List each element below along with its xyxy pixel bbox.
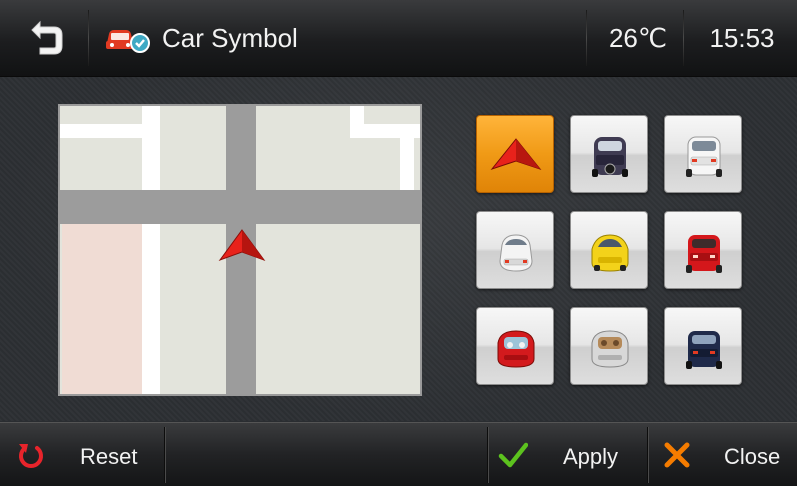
back-button[interactable] <box>10 10 82 66</box>
clock: 15:53 <box>709 23 775 53</box>
top-bar: Car Symbol 26℃ 15:53 <box>0 0 797 77</box>
reset-button[interactable]: Reset <box>0 423 164 486</box>
main-panel <box>0 77 797 421</box>
symbol-navy-sedan[interactable] <box>664 307 742 385</box>
divider <box>683 10 684 66</box>
close-x-icon <box>664 442 690 468</box>
car-check-icon <box>106 30 150 53</box>
street <box>60 124 144 138</box>
position-arrow-icon <box>218 229 266 262</box>
apply-button[interactable]: Apply <box>488 423 647 486</box>
close-button[interactable]: Close <box>648 423 797 486</box>
street <box>142 106 160 190</box>
symbol-red-arrow[interactable] <box>476 115 554 193</box>
dark-suv-icon <box>592 137 628 177</box>
symbol-white-sedan[interactable] <box>476 211 554 289</box>
temperature-readout: 26℃ <box>608 23 668 53</box>
street <box>400 124 414 190</box>
red-convertible-icon <box>497 330 535 368</box>
bottom-bar: Reset Apply Close <box>0 422 797 486</box>
close-label: Close <box>724 444 781 469</box>
divider <box>164 427 165 483</box>
yellow-sports-car-icon <box>591 234 629 272</box>
apply-label: Apply <box>563 444 619 469</box>
symbol-red-convertible[interactable] <box>476 307 554 385</box>
red-arrow-icon <box>490 138 542 171</box>
map-preview <box>58 104 422 396</box>
reset-label: Reset <box>80 444 138 469</box>
symbol-white-suv[interactable] <box>664 115 742 193</box>
navy-sedan-icon <box>686 331 722 369</box>
divider <box>88 10 89 66</box>
divider <box>586 10 587 66</box>
symbol-silver-convertible[interactable] <box>570 307 648 385</box>
symbol-red-sedan[interactable] <box>664 211 742 289</box>
street <box>142 224 160 394</box>
red-sedan-icon <box>686 235 722 273</box>
back-arrow-icon <box>31 20 63 55</box>
reset-icon <box>19 444 43 468</box>
symbol-dark-suv[interactable] <box>570 115 648 193</box>
white-suv-icon <box>686 136 722 177</box>
symbol-yellow-sports-car[interactable] <box>570 211 648 289</box>
white-sedan-icon <box>499 234 533 272</box>
silver-convertible-icon <box>591 330 629 368</box>
pink-block <box>62 220 142 394</box>
car-symbol-grid <box>476 115 744 387</box>
checkmark-icon <box>498 442 528 468</box>
page-title: Car Symbol <box>162 23 298 53</box>
